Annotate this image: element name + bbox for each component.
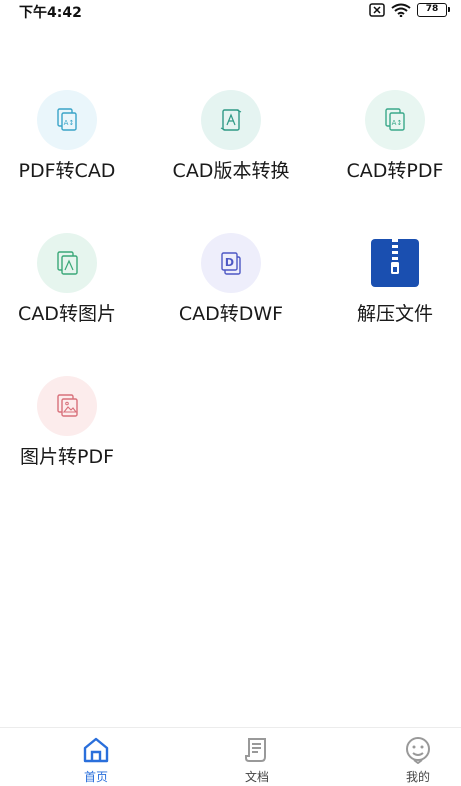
tool-cad-to-dwf[interactable]: D CAD转DWF [154,233,308,343]
tab-home-label: 首页 [83,770,108,784]
tab-mine-label: 我的 [405,770,430,784]
image-to-pdf-icon [37,376,97,436]
tab-documents[interactable]: 文档 [217,736,297,785]
zip-archive-icon [365,233,425,293]
sim-off-icon [369,3,385,17]
tool-cad-to-pdf[interactable]: A↕ CAD转PDF [318,90,461,200]
cad-to-pdf-icon: A↕ [365,90,425,150]
svg-text:A↕: A↕ [64,119,75,127]
tool-image-to-pdf[interactable]: 图片转PDF [0,376,144,486]
wifi-icon [391,3,411,17]
svg-text:D: D [225,256,234,269]
document-icon [217,736,297,764]
tool-unzip-file[interactable]: 解压文件 [318,233,461,343]
tool-cad-to-image[interactable]: CAD转图片 [0,233,144,343]
tool-label: CAD版本转换 [172,160,290,182]
home-icon [56,736,136,764]
cad-to-dwf-icon: D [201,233,261,293]
tool-pdf-to-cad[interactable]: A↕ PDF转CAD [0,90,144,200]
status-bar: 下午4:42 78 [0,0,461,22]
tool-label: PDF转CAD [18,160,116,182]
status-time: 下午4:42 [19,5,82,21]
tool-label: CAD转DWF [178,303,284,325]
cad-to-image-icon [37,233,97,293]
bottom-tab-bar: 首页 文档 我的 [0,727,461,786]
tool-cad-version-convert[interactable]: CAD版本转换 [154,90,308,200]
battery-indicator: 78 [417,3,450,17]
tool-label: CAD转图片 [18,303,116,325]
tool-label: CAD转PDF [346,160,444,182]
tab-documents-label: 文档 [244,770,269,784]
status-icons: 78 [369,3,450,17]
profile-face-icon [378,736,458,764]
tab-home[interactable]: 首页 [56,736,136,785]
svg-text:A↕: A↕ [392,119,403,127]
cad-version-convert-icon [201,90,261,150]
tool-label: 图片转PDF [19,446,115,468]
tab-mine[interactable]: 我的 [378,736,458,785]
tool-label: 解压文件 [356,303,433,325]
pdf-to-cad-icon: A↕ [37,90,97,150]
